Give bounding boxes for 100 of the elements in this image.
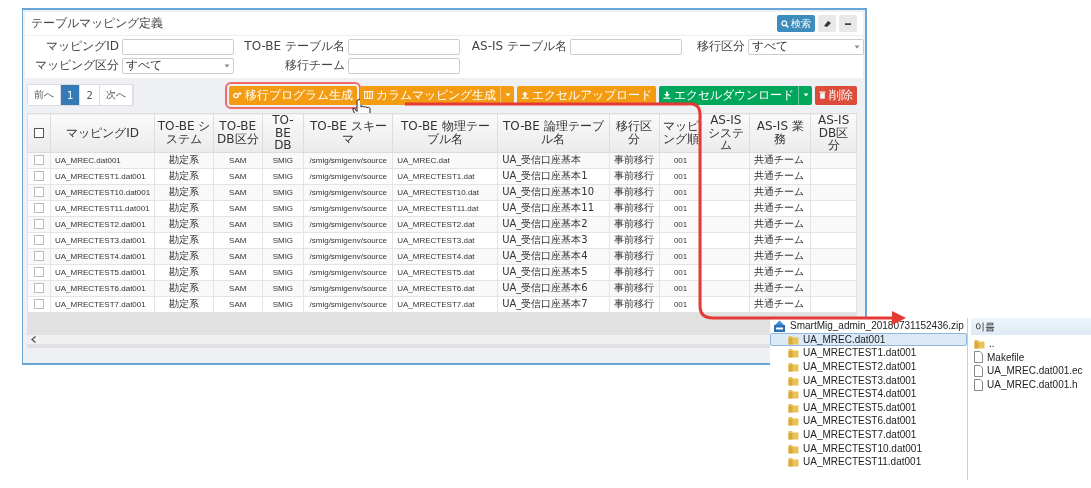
input-field[interactable] bbox=[122, 38, 234, 55]
table-cell: 勘定系 bbox=[154, 232, 214, 248]
table-cell: 共通チーム bbox=[749, 296, 811, 312]
column-header[interactable]: TO-BE DB bbox=[262, 113, 304, 152]
table-cell: /smig/smigenv/source bbox=[303, 296, 393, 312]
field-label: AS-IS テーブル名 bbox=[470, 38, 567, 55]
dropdown-button[interactable] bbox=[798, 85, 812, 105]
table-cell: /smig/smigenv/source bbox=[303, 264, 393, 280]
table-cell: /smig/smigenv/source bbox=[303, 232, 393, 248]
column-header[interactable]: AS-IS システム bbox=[701, 113, 750, 152]
table-cell: UA_受信口座基本5 bbox=[497, 264, 610, 280]
column-header[interactable]: TO-BE DB区分 bbox=[213, 113, 262, 152]
gears-icon bbox=[233, 91, 242, 99]
table-cell: 勘定系 bbox=[154, 200, 214, 216]
search-icon bbox=[781, 19, 789, 28]
caret-icon bbox=[854, 44, 860, 49]
folder-item[interactable]: UA_MRECTEST4.dat001 bbox=[770, 386, 967, 401]
page-button[interactable]: 前へ bbox=[28, 85, 61, 105]
checkbox[interactable] bbox=[34, 171, 44, 181]
folder-icon bbox=[788, 388, 799, 400]
column-header[interactable]: TO-BE 論理テーブル名 bbox=[497, 113, 610, 152]
caret-icon bbox=[802, 93, 809, 97]
table-cell: 事前移行 bbox=[609, 296, 660, 312]
table-cell: UA_MRECTEST5.dat001 bbox=[50, 264, 155, 280]
folder-icon bbox=[788, 401, 799, 413]
folder-icon bbox=[788, 456, 799, 468]
checkbox[interactable] bbox=[34, 267, 44, 277]
table-cell: 共通チーム bbox=[749, 232, 811, 248]
column-header[interactable]: マッピング順 bbox=[659, 113, 702, 152]
input-field[interactable] bbox=[348, 38, 460, 55]
folder-icon bbox=[788, 415, 799, 427]
column-header[interactable]: 移行区分 bbox=[609, 113, 660, 152]
folder-icon bbox=[974, 338, 985, 350]
field-label: TO-BE テーブル名 bbox=[243, 38, 345, 55]
table-cell: 共通チーム bbox=[749, 200, 811, 216]
upload-icon bbox=[521, 91, 529, 99]
folder-icon bbox=[788, 442, 799, 454]
checkbox[interactable] bbox=[34, 128, 44, 138]
caret-icon bbox=[504, 93, 511, 97]
table-cell: SMIG bbox=[262, 232, 304, 248]
file-icon bbox=[974, 351, 983, 364]
input-field[interactable] bbox=[570, 38, 682, 55]
delete-button[interactable]: 削除 bbox=[815, 85, 857, 105]
column-header[interactable]: 이름 bbox=[971, 318, 1091, 335]
table-cell: UA_受信口座基本3 bbox=[497, 232, 610, 248]
field-label: マッピング区分 bbox=[34, 57, 119, 74]
table-cell: SAM bbox=[213, 264, 262, 280]
checkbox[interactable] bbox=[34, 155, 44, 165]
folder-item[interactable]: UA_MRECTEST1.dat001 bbox=[770, 346, 967, 360]
column-header[interactable]: マッピングID bbox=[50, 113, 155, 152]
folder-item[interactable]: UA_MRECTEST3.dat001 bbox=[770, 373, 967, 387]
checkbox[interactable] bbox=[34, 203, 44, 213]
table-cell: SMIG bbox=[262, 264, 304, 280]
column-header[interactable]: TO-BE システム bbox=[154, 113, 214, 152]
table-cell: UA_MRECTEST11.dat001 bbox=[50, 200, 155, 216]
minimize-button[interactable] bbox=[839, 15, 857, 32]
table-cell: /smig/smigenv/source bbox=[303, 168, 393, 184]
folder-item[interactable]: UA_MREC.dat001 bbox=[770, 332, 967, 347]
table-cell: UA_MRECTEST11.dat bbox=[392, 200, 498, 216]
column-header[interactable]: AS-IS DB区分 bbox=[810, 113, 857, 152]
table-cell: 事前移行 bbox=[609, 264, 660, 280]
folder-icon bbox=[788, 347, 799, 359]
column-header[interactable]: TO-BE 物理テーブル名 bbox=[392, 113, 498, 152]
select-field[interactable]: すべて bbox=[748, 38, 864, 55]
checkbox[interactable] bbox=[34, 219, 44, 229]
table-cell: SMIG bbox=[262, 168, 304, 184]
table-cell: SAM bbox=[213, 168, 262, 184]
checkbox[interactable] bbox=[34, 251, 44, 261]
table-cell: SAM bbox=[213, 200, 262, 216]
page-button[interactable]: 1 bbox=[61, 85, 81, 105]
folder-item[interactable]: UA_MRECTEST6.dat001 bbox=[770, 414, 967, 428]
table-cell: 事前移行 bbox=[609, 200, 660, 216]
file-item[interactable]: UA_MREC.dat001.h bbox=[971, 377, 1091, 392]
checkbox[interactable] bbox=[34, 235, 44, 245]
table-cell: UA_MRECTEST1.dat001 bbox=[50, 168, 155, 184]
folder-item[interactable]: UA_MRECTEST11.dat001 bbox=[770, 454, 967, 469]
table-cell: 勘定系 bbox=[154, 264, 214, 280]
checkbox[interactable] bbox=[34, 299, 44, 309]
column-header[interactable]: TO-BE スキーマ bbox=[303, 113, 393, 152]
folder-icon bbox=[788, 429, 799, 441]
eraser-icon bbox=[822, 19, 832, 28]
file-icon bbox=[974, 378, 983, 391]
search-button[interactable]: 検索 bbox=[777, 15, 815, 32]
clear-button[interactable] bbox=[818, 15, 836, 32]
folder-item[interactable]: UA_MRECTEST7.dat001 bbox=[770, 427, 967, 442]
select-field[interactable]: すべて bbox=[122, 57, 234, 74]
folder-item[interactable]: UA_MRECTEST5.dat001 bbox=[770, 400, 967, 415]
folder-item[interactable]: UA_MRECTEST10.dat001 bbox=[770, 441, 967, 455]
table-cell: 事前移行 bbox=[609, 232, 660, 248]
file-item[interactable]: UA_MREC.dat001.ec bbox=[971, 364, 1091, 378]
column-header[interactable]: AS-IS 業務 bbox=[749, 113, 811, 152]
folder-item[interactable]: UA_MRECTEST2.dat001 bbox=[770, 359, 967, 374]
checkbox[interactable] bbox=[34, 187, 44, 197]
table-cell: 事前移行 bbox=[609, 168, 660, 184]
trash-icon bbox=[819, 91, 826, 99]
file-item[interactable]: .. bbox=[971, 337, 1091, 351]
folder-icon bbox=[788, 333, 799, 345]
input-field[interactable] bbox=[348, 57, 460, 74]
checkbox[interactable] bbox=[34, 283, 44, 293]
file-item[interactable]: Makefile bbox=[971, 350, 1091, 365]
